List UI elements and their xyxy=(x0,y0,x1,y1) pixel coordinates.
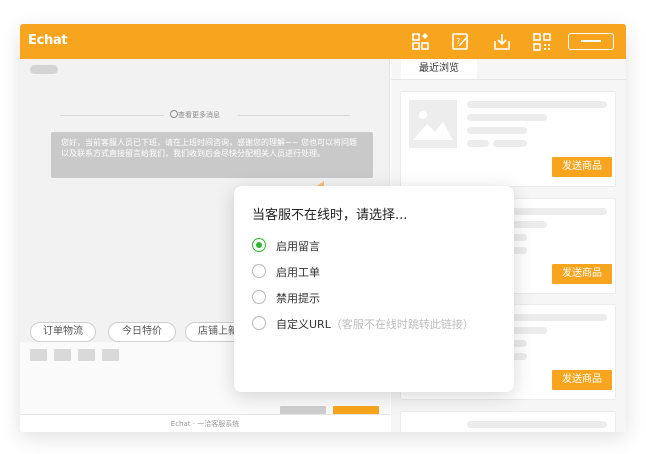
option-label: 启用工单 xyxy=(276,266,320,279)
history-link[interactable]: 查看更多消息 xyxy=(178,110,220,120)
download-icon[interactable] xyxy=(492,32,512,52)
send-product-button[interactable]: 发送商品 xyxy=(552,370,612,390)
svg-text:?: ? xyxy=(456,37,460,46)
option-label: 自定义URL（客服不在线时跳转此链接） xyxy=(276,316,474,332)
option-label: 启用留言 xyxy=(276,240,320,253)
chat-status-pill xyxy=(30,65,58,74)
send-product-button[interactable]: 发送商品 xyxy=(552,157,612,177)
option-hint: （客服不在线时跳转此链接） xyxy=(330,318,474,331)
option-label-text: 自定义URL xyxy=(276,318,331,331)
quick-reply-chip[interactable]: 订单物流 xyxy=(30,322,96,342)
edit-icon[interactable]: ? xyxy=(451,32,471,52)
offline-notice-message: 您好，当前客服人员已下班，请在上班时间咨询，感谢您的理解~~ 您也可以将问题以及… xyxy=(51,132,373,178)
history-divider: 查看更多消息 xyxy=(20,109,390,121)
apps-icon[interactable] xyxy=(411,32,431,52)
clock-icon xyxy=(170,110,178,118)
radio-button[interactable] xyxy=(252,238,266,252)
offline-options-popup: 当客服不在线时，请选择... 启用留言 启用工单 禁用提示 自定义URL（客服不… xyxy=(234,186,514,392)
send-product-button[interactable]: 发送商品 xyxy=(552,264,612,284)
footer: Echat · 一洽客服系统 xyxy=(20,414,390,432)
radio-button[interactable] xyxy=(252,264,266,278)
emoji-tool[interactable] xyxy=(30,349,47,361)
menu-button[interactable] xyxy=(568,33,614,50)
image-placeholder-icon xyxy=(409,100,457,148)
file-tool[interactable] xyxy=(78,349,95,361)
logo: Echat xyxy=(28,33,68,48)
radio-button[interactable] xyxy=(252,290,266,304)
menu-icon xyxy=(581,40,601,42)
popup-title: 当客服不在线时，请选择... xyxy=(252,208,408,223)
image-tool[interactable] xyxy=(54,349,71,361)
quick-reply-chip[interactable]: 今日特价 xyxy=(108,322,176,342)
product-card xyxy=(400,411,616,432)
screenshot-tool[interactable] xyxy=(102,349,119,361)
top-bar: Echat ? xyxy=(20,24,626,59)
tab-recent-browse[interactable]: 最近浏览 xyxy=(401,59,477,79)
qrcode-icon[interactable] xyxy=(532,32,552,52)
product-card: 发送商品 xyxy=(400,91,616,187)
footer-text: Echat · 一洽客服系统 xyxy=(170,420,240,428)
radio-button[interactable] xyxy=(252,316,266,330)
option-label: 禁用提示 xyxy=(276,292,320,305)
